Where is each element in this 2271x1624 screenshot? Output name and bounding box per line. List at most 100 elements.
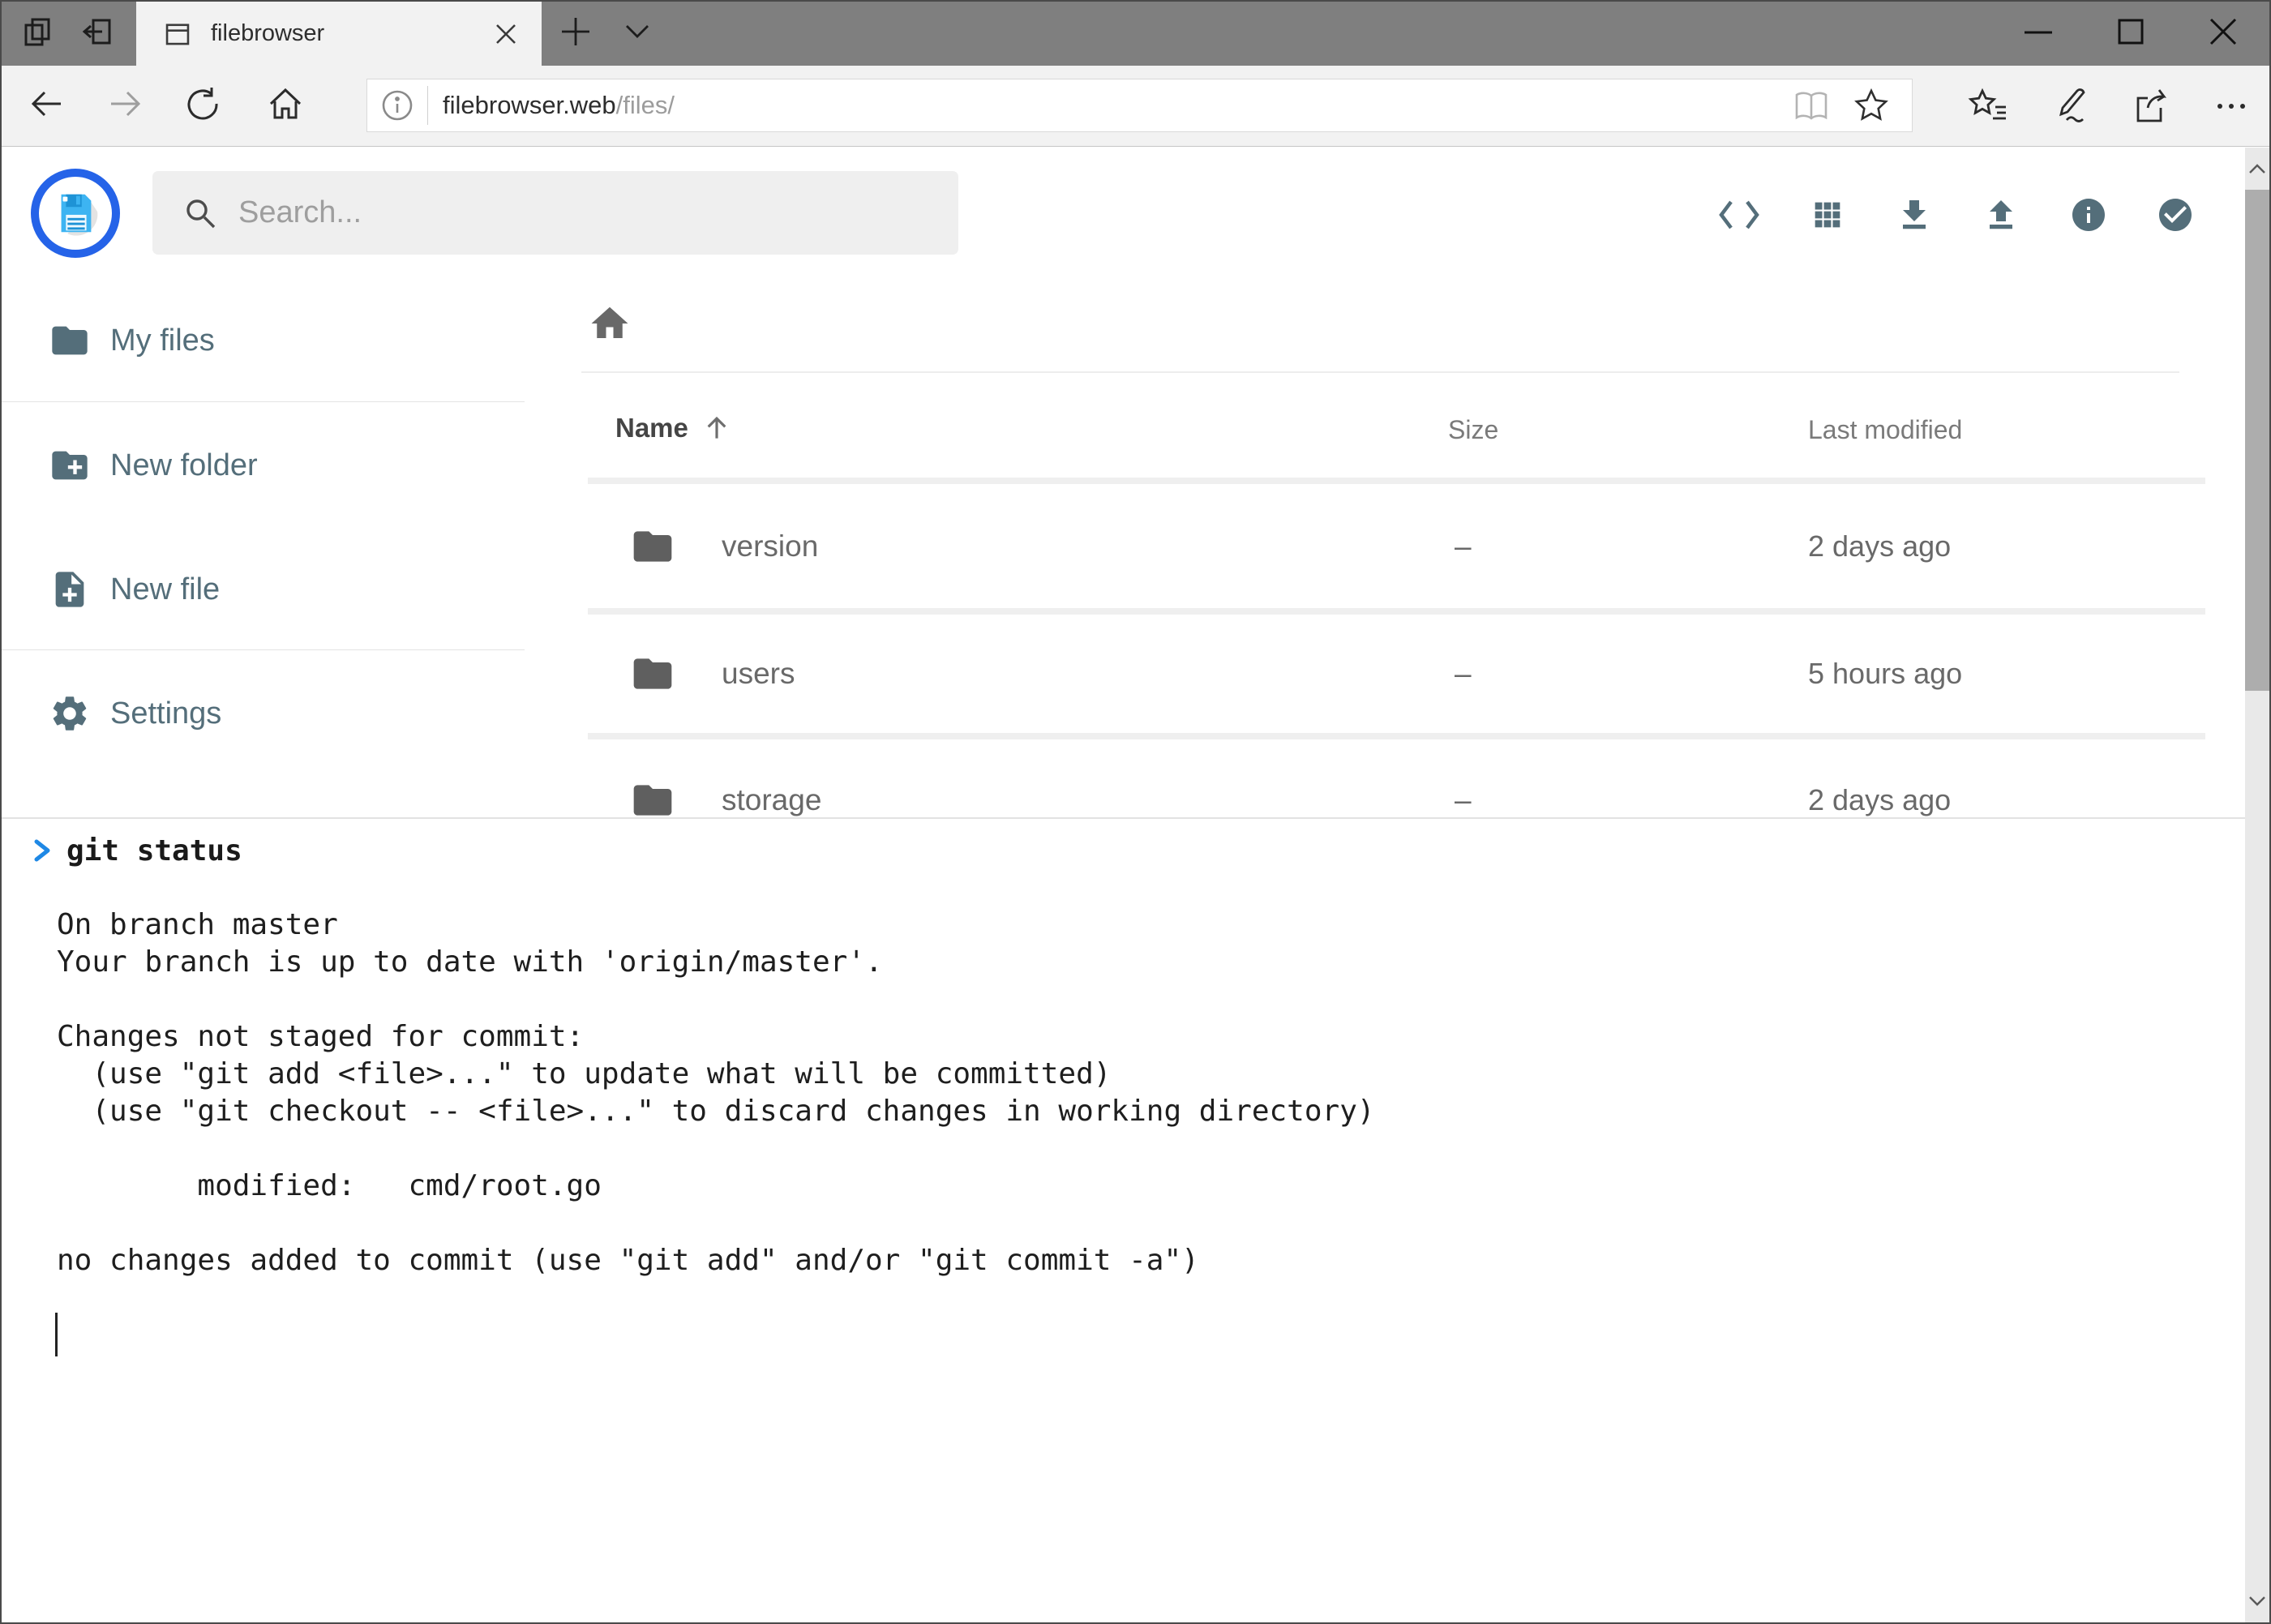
star-icon	[1853, 88, 1890, 125]
file-modified: 5 hours ago	[1808, 657, 1962, 691]
sidebar-item-label: New file	[110, 572, 220, 607]
set-tabs-aside-icon	[79, 14, 115, 54]
scroll-up-button[interactable]	[2245, 148, 2269, 190]
column-name-label: Name	[615, 413, 688, 443]
address-bar[interactable]: filebrowser.web/files/	[366, 79, 1913, 132]
sidebar-item-settings[interactable]: Settings	[2, 673, 525, 754]
browser-tab[interactable]: filebrowser	[136, 2, 542, 66]
file-name: version	[722, 529, 818, 563]
info-button[interactable]	[2056, 182, 2121, 247]
new-tab-button[interactable]	[550, 2, 602, 66]
prompt-chevron-icon	[32, 837, 52, 864]
filebrowser-logo[interactable]	[31, 169, 120, 258]
address-path: /files/	[616, 91, 675, 120]
file-list: version – 2 days ago users – 5 hours ago…	[588, 478, 2205, 861]
page-icon	[162, 19, 193, 49]
sidebar-item-new-folder[interactable]: New folder	[2, 425, 525, 506]
new-file-icon	[49, 568, 91, 611]
file-row-users[interactable]: users – 5 hours ago	[588, 615, 2205, 733]
file-size: –	[1455, 783, 1472, 817]
settings-gear-icon	[49, 692, 91, 735]
terminal-output: On branch master Your branch is up to da…	[57, 906, 1375, 1279]
refresh-button[interactable]	[178, 66, 227, 146]
terminal-command: git status	[66, 834, 242, 868]
file-row-version[interactable]: version – 2 days ago	[588, 484, 2205, 608]
close-tab-button[interactable]	[488, 16, 524, 52]
column-header-name[interactable]: Name	[615, 413, 732, 443]
reading-view-icon	[1791, 89, 1832, 123]
reading-view-button[interactable]	[1789, 86, 1834, 126]
console-icon	[1718, 199, 1760, 231]
search-placeholder: Search...	[238, 195, 362, 230]
file-name: users	[722, 657, 795, 691]
upload-button[interactable]	[1969, 182, 2033, 247]
sidebar-item-new-file[interactable]: New file	[2, 549, 525, 630]
sidebar-item-label: My files	[110, 324, 215, 358]
close-icon	[2209, 17, 2238, 50]
scroll-down-button[interactable]	[2245, 1580, 2269, 1622]
web-notes-button[interactable]	[2043, 66, 2095, 146]
tab-title: filebrowser	[211, 20, 324, 47]
new-tab-icon	[560, 16, 591, 51]
favorites-hub-icon	[1968, 88, 2008, 125]
file-modified: 2 days ago	[1808, 529, 1951, 563]
refresh-icon	[183, 84, 222, 127]
column-header-size[interactable]: Size	[1448, 415, 1498, 445]
sidebar-divider	[2, 649, 525, 650]
breadcrumb-divider	[581, 371, 2179, 373]
grid-view-icon	[1809, 196, 1846, 234]
titlebar: filebrowser	[2, 2, 2269, 66]
floppy-disk-icon	[50, 188, 101, 238]
new-folder-icon	[49, 444, 91, 486]
sidebar-item-my-files[interactable]: My files	[2, 300, 525, 381]
folder-icon	[630, 651, 675, 696]
add-favorite-button[interactable]	[1849, 86, 1894, 126]
tabs-pane-icon	[19, 14, 55, 54]
sidebar-divider	[2, 401, 525, 402]
search-icon	[183, 196, 217, 230]
page-scrollbar[interactable]	[2245, 148, 2269, 1622]
share-icon	[2132, 87, 2172, 126]
back-icon	[28, 85, 66, 126]
address-separator	[427, 86, 428, 125]
maximize-button[interactable]	[2085, 2, 2177, 65]
more-menu-button[interactable]	[2205, 66, 2257, 146]
console-button[interactable]	[1707, 182, 1772, 247]
favorites-hub-button[interactable]	[1962, 66, 2014, 146]
close-window-button[interactable]	[2177, 2, 2269, 65]
download-icon	[1895, 195, 1934, 234]
forward-icon	[106, 85, 144, 126]
breadcrumb-home-button[interactable]	[587, 302, 632, 345]
browser-window: filebrowser	[0, 0, 2271, 1624]
info-icon	[2069, 195, 2108, 234]
forward-button[interactable]	[101, 66, 149, 146]
set-tabs-aside-button[interactable]	[68, 2, 126, 66]
file-size: –	[1455, 529, 1472, 563]
page-info-icon[interactable]	[380, 88, 414, 122]
share-button[interactable]	[2126, 66, 2178, 146]
terminal-prompt-line: git status	[32, 832, 242, 869]
chevron-up-icon	[2248, 163, 2266, 174]
chevron-down-icon	[2248, 1596, 2266, 1607]
grid-view-button[interactable]	[1795, 182, 1860, 247]
terminal-cursor	[55, 1313, 58, 1356]
folder-icon	[630, 778, 675, 823]
scrollbar-thumb[interactable]	[2245, 190, 2269, 691]
home-nav-button[interactable]	[261, 66, 310, 146]
terminal-panel[interactable]: git status On branch master Your branch …	[2, 817, 2269, 1622]
home-nav-icon	[266, 84, 305, 127]
file-modified: 2 days ago	[1808, 783, 1951, 817]
sort-ascending-icon	[701, 413, 732, 443]
tabs-set-aside-pane-button[interactable]	[8, 2, 66, 66]
select-multiple-button[interactable]	[2143, 182, 2208, 247]
minimize-button[interactable]	[1992, 2, 2085, 65]
folder-icon	[630, 524, 675, 569]
tab-preview-button[interactable]	[611, 2, 663, 66]
column-header-modified[interactable]: Last modified	[1808, 415, 1962, 445]
sidebar-item-label: Settings	[110, 696, 221, 731]
upload-icon	[1982, 195, 2020, 234]
search-input[interactable]: Search...	[152, 171, 958, 255]
back-button[interactable]	[23, 66, 71, 146]
download-button[interactable]	[1882, 182, 1947, 247]
minimize-icon	[2024, 17, 2053, 50]
